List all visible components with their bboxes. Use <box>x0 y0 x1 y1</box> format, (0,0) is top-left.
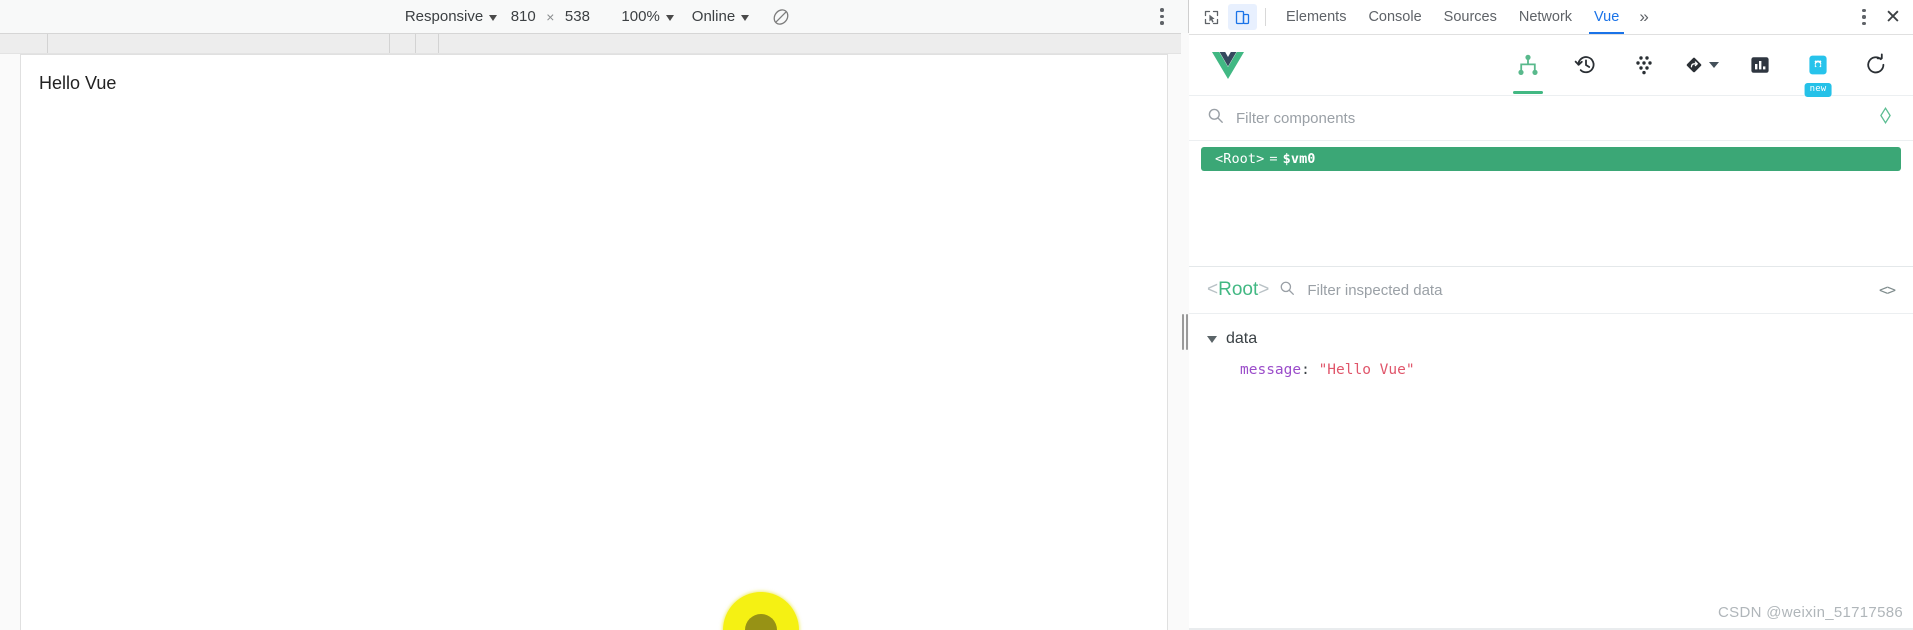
tab-network[interactable]: Network <box>1508 0 1583 34</box>
zoom-dropdown[interactable]: 100% <box>612 6 682 27</box>
settings-gear-icon[interactable]: new <box>1801 45 1835 97</box>
tab-overflow-chevron-icon[interactable]: » <box>1630 0 1657 34</box>
component-filter-row <box>1189 96 1913 141</box>
tab-label: Console <box>1368 9 1422 25</box>
chevron-down-icon[interactable] <box>1709 62 1719 68</box>
code-brackets-icon[interactable]: <> <box>1879 281 1896 299</box>
select-component-target-icon[interactable] <box>1876 106 1895 130</box>
viewport-ruler <box>0 34 1188 54</box>
tab-vue[interactable]: Vue <box>1583 0 1630 34</box>
tab-label: Network <box>1518 9 1573 25</box>
inspector-header: <Root> <> <box>1189 267 1913 314</box>
equals-sign: = <box>1269 151 1278 167</box>
tree-row-root[interactable]: <Root> = $vm0 <box>1201 147 1901 171</box>
zoom-label: 100% <box>621 8 660 25</box>
data-value: "Hello Vue" <box>1318 362 1415 378</box>
angle-bracket-close: > <box>1258 279 1270 300</box>
dimension-separator: × <box>546 8 555 25</box>
instance-name: $vm0 <box>1282 151 1316 167</box>
device-preset-dropdown[interactable]: Responsive <box>396 6 506 27</box>
data-entry-row[interactable]: message: "Hello Vue" <box>1207 362 1895 378</box>
search-icon <box>1279 280 1295 301</box>
devtools-tab-list: Elements Console Sources Network Vue » <box>1275 0 1658 34</box>
vue-devtools-toolbar: new <box>1189 35 1913 97</box>
component-core-name: Root <box>1218 279 1259 300</box>
component-tree: <Root> = $vm0 <box>1189 141 1913 267</box>
angle-bracket-open: < <box>1207 279 1219 300</box>
dot <box>1160 8 1164 12</box>
tab-label: Sources <box>1443 9 1497 25</box>
panel-resize-handle[interactable] <box>1181 33 1189 630</box>
close-icon[interactable]: ✕ <box>1879 4 1907 30</box>
data-group-label: data <box>1226 330 1258 347</box>
chevron-down-icon <box>741 14 750 21</box>
chevron-down-icon <box>665 14 674 21</box>
tab-label: Elements <box>1286 9 1347 25</box>
chevron-down-icon <box>1207 335 1217 343</box>
device-toolbar-icon[interactable] <box>1228 4 1257 30</box>
dot <box>1160 21 1164 25</box>
inspector-body: data message: "Hello Vue" <box>1189 314 1913 630</box>
viewport-scrollbar[interactable] <box>1155 55 1167 630</box>
throttling-dropdown[interactable]: Online <box>683 6 758 27</box>
device-preset-label: Responsive <box>404 8 484 25</box>
click-highlight-circle <box>723 592 799 630</box>
timeline-history-icon[interactable] <box>1569 45 1603 85</box>
click-highlight-core <box>745 614 777 630</box>
resize-grip <box>1182 313 1188 350</box>
more-tools-icon[interactable] <box>1851 4 1877 30</box>
vuex-dots-icon[interactable] <box>1627 45 1661 85</box>
devtools-tabbar-actions: ✕ <box>1851 0 1907 34</box>
refresh-icon[interactable] <box>1859 45 1893 85</box>
page-content-text: Hello Vue <box>39 73 117 93</box>
devtools-panel: Elements Console Sources Network Vue » ✕… <box>1189 0 1913 630</box>
rotate-device-icon[interactable] <box>770 6 792 28</box>
components-tree-icon[interactable] <box>1511 45 1545 94</box>
watermark-text: CSDN @weixin_51717586 <box>1718 604 1903 621</box>
devtools-window: Responsive 810 × 538 100% Online Hello V… <box>0 0 1913 630</box>
device-toolbar-more-options[interactable] <box>1148 0 1176 33</box>
performance-bars-icon[interactable] <box>1743 45 1777 85</box>
inspect-element-icon[interactable] <box>1197 4 1226 30</box>
tab-sources[interactable]: Sources <box>1433 0 1508 34</box>
filter-components-input[interactable] <box>1234 108 1866 128</box>
filter-inspected-data-input[interactable] <box>1305 280 1869 300</box>
data-key: message <box>1240 362 1302 378</box>
tab-console[interactable]: Console <box>1357 0 1432 34</box>
component-inspector: <Root> <> data message: "Hello Vue <box>1189 267 1913 630</box>
overflow-label: » <box>1639 7 1649 26</box>
viewport-height-input[interactable]: 538 <box>560 8 594 25</box>
throttling-label: Online <box>691 8 736 25</box>
inspected-component-name: <Root> <box>1207 279 1269 301</box>
device-emulation-pane: Responsive 810 × 538 100% Online Hello V… <box>0 0 1189 630</box>
emulated-viewport[interactable]: Hello Vue <box>20 54 1168 630</box>
viewport-width-input[interactable]: 810 <box>506 8 540 25</box>
toolbar-divider <box>1265 8 1266 26</box>
viewport-wrapper: Hello Vue <box>0 54 1188 630</box>
tab-elements[interactable]: Elements <box>1275 0 1357 34</box>
devtools-tabbar: Elements Console Sources Network Vue » ✕ <box>1189 0 1913 35</box>
vue-logo <box>1207 44 1249 86</box>
data-separator: : <box>1301 362 1310 378</box>
new-badge: new <box>1804 83 1832 97</box>
vue-toolbar-icons: new <box>1511 45 1899 97</box>
search-icon <box>1207 107 1224 129</box>
tab-label: Vue <box>1594 9 1620 25</box>
data-group-toggle[interactable]: data <box>1207 330 1895 348</box>
dot <box>1160 14 1164 19</box>
routes-diamond-icon[interactable] <box>1685 45 1719 85</box>
device-toolbar: Responsive 810 × 538 100% Online <box>0 0 1188 34</box>
chevron-down-icon <box>489 14 498 21</box>
component-tag: <Root> <box>1215 151 1265 167</box>
